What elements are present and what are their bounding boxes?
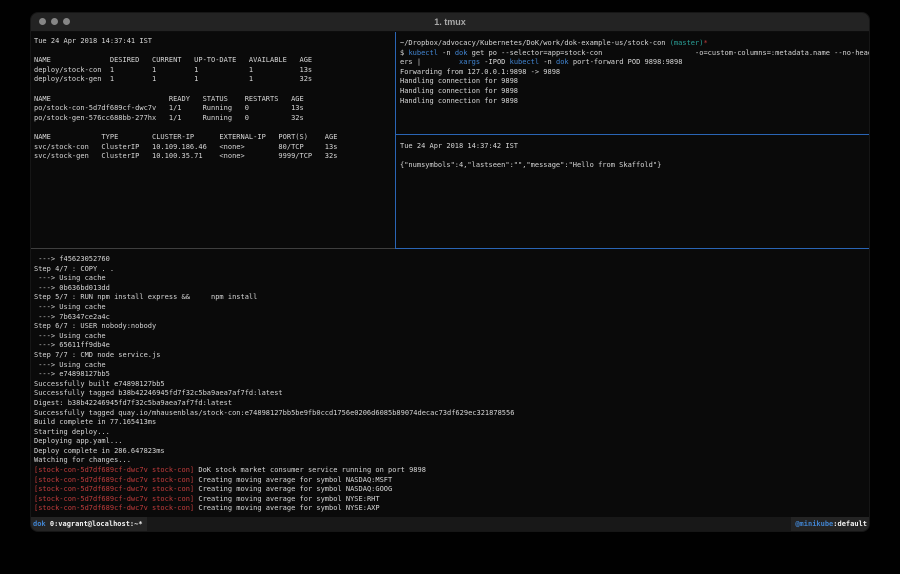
terminal-line: Build complete in 77.165413ms xyxy=(34,418,869,428)
terminal-line: Handling connection for 9898 xyxy=(400,87,869,97)
terminal-line: Forwarding from 127.0.0.1:9898 -> 9898 xyxy=(400,68,869,78)
kube-host-label: @minikube xyxy=(795,520,833,528)
terminal-line: Step 5/7 : RUN npm install express && np… xyxy=(34,293,869,303)
terminal-line: Successfully built e74898127bb5 xyxy=(34,380,869,390)
terminal-line: [stock-con-5d7df689cf-dwc7v stock-con] C… xyxy=(34,504,869,514)
terminal-line: ---> Using cache xyxy=(34,303,869,313)
terminal-line: ---> f45623052760 xyxy=(34,255,869,265)
terminal-line: ---> 0b636bd013dd xyxy=(34,284,869,294)
terminal-line: po/stock-con-5d7df689cf-dwc7v 1/1 Runnin… xyxy=(34,104,398,114)
session-name: dok xyxy=(33,520,50,528)
terminal-line: Step 7/7 : CMD node service.js xyxy=(34,351,869,361)
terminal-line: Starting deploy... xyxy=(34,428,869,438)
pane-skaffold-build-log[interactable]: ---> f45623052760Step 4/7 : COPY . . ---… xyxy=(31,249,869,523)
pane-curl-output[interactable]: Tue 24 Apr 2018 14:37:42 IST {"numsymbol… xyxy=(396,135,869,255)
terminal-line: Successfully tagged b38b42246945fd7f32c5… xyxy=(34,389,869,399)
terminal-line: ---> 65611ff9db4e xyxy=(34,341,869,351)
terminal-line: ~/Dropbox/advocacy/Kubernetes/DoK/work/d… xyxy=(400,39,869,49)
terminal-line: ---> Using cache xyxy=(34,332,869,342)
terminal-line: ---> e74898127bb5 xyxy=(34,370,869,380)
terminal-line: Tue 24 Apr 2018 14:37:41 IST xyxy=(34,37,398,47)
terminal-window: 1. tmux Tue 24 Apr 2018 14:37:41 IST NAM… xyxy=(31,13,869,531)
terminal-line: po/stock-gen-576cc688bb-277hx 1/1 Runnin… xyxy=(34,114,398,124)
terminal-line xyxy=(34,85,398,95)
terminal-line: deploy/stock-con 1 1 1 1 13s xyxy=(34,66,398,76)
terminal-line: ---> Using cache xyxy=(34,274,869,284)
terminal-line: ---> 7b6347ce2a4c xyxy=(34,313,869,323)
terminal-line: Handling connection for 9898 xyxy=(400,77,869,87)
terminal-line: [stock-con-5d7df689cf-dwc7v stock-con] D… xyxy=(34,466,869,476)
terminal-line: $ kubectl -n dok get po --selector=app=s… xyxy=(400,49,869,59)
terminal-line: Successfully tagged quay.io/mhausenblas/… xyxy=(34,409,869,419)
terminal-line xyxy=(400,152,869,162)
terminal-line: Step 6/7 : USER nobody:nobody xyxy=(34,322,869,332)
status-left[interactable]: dok 0:vagrant@localhost:~* xyxy=(31,517,147,531)
terminal-line: [stock-con-5d7df689cf-dwc7v stock-con] C… xyxy=(34,495,869,505)
current-window-label[interactable]: 0:vagrant@localhost:~* xyxy=(50,520,143,528)
terminal-line: Step 4/7 : COPY . . xyxy=(34,265,869,275)
terminal-line: Tue 24 Apr 2018 14:37:42 IST xyxy=(400,142,869,152)
status-right: @minikube:default xyxy=(791,517,869,531)
terminal-line: NAME READY STATUS RESTARTS AGE xyxy=(34,95,398,105)
terminal-line: Handling connection for 9898 xyxy=(400,97,869,107)
terminal-line: ers | xargs -IPOD kubectl -n dok port-fo… xyxy=(400,58,869,68)
terminal-line: NAME TYPE CLUSTER-IP EXTERNAL-IP PORT(S)… xyxy=(34,133,398,143)
terminal-line xyxy=(34,47,398,57)
terminal-line: {"numsymbols":4,"lastseen":"","message":… xyxy=(400,161,869,171)
pane-port-forward[interactable]: ~/Dropbox/advocacy/Kubernetes/DoK/work/d… xyxy=(396,32,869,141)
terminal-line: [stock-con-5d7df689cf-dwc7v stock-con] C… xyxy=(34,476,869,486)
terminal-line: deploy/stock-gen 1 1 1 1 32s xyxy=(34,75,398,85)
terminal-line: svc/stock-con ClusterIP 10.109.186.46 <n… xyxy=(34,143,398,153)
kube-context-label: :default xyxy=(833,520,867,528)
terminal-line: ---> Using cache xyxy=(34,361,869,371)
terminal-line: Watching for changes... xyxy=(34,456,869,466)
terminal-line: svc/stock-gen ClusterIP 10.100.35.71 <no… xyxy=(34,152,398,162)
window-titlebar[interactable]: 1. tmux xyxy=(31,13,869,32)
tmux-status-bar: dok 0:vagrant@localhost:~* @minikube:def… xyxy=(31,517,869,531)
terminal-line: Deploying app.yaml... xyxy=(34,437,869,447)
terminal-line: [stock-con-5d7df689cf-dwc7v stock-con] C… xyxy=(34,485,869,495)
terminal-line: Digest: b38b42246945fd7f32c5ba9aea7af7fd… xyxy=(34,399,869,409)
terminal-line: Deploy complete in 286.647823ms xyxy=(34,447,869,457)
window-title: 1. tmux xyxy=(31,13,869,31)
pane-kubectl-watch[interactable]: Tue 24 Apr 2018 14:37:41 IST NAME DESIRE… xyxy=(31,32,398,253)
terminal-line xyxy=(34,123,398,133)
terminal-line: NAME DESIRED CURRENT UP-TO-DATE AVAILABL… xyxy=(34,56,398,66)
tmux-content: Tue 24 Apr 2018 14:37:41 IST NAME DESIRE… xyxy=(31,32,869,517)
